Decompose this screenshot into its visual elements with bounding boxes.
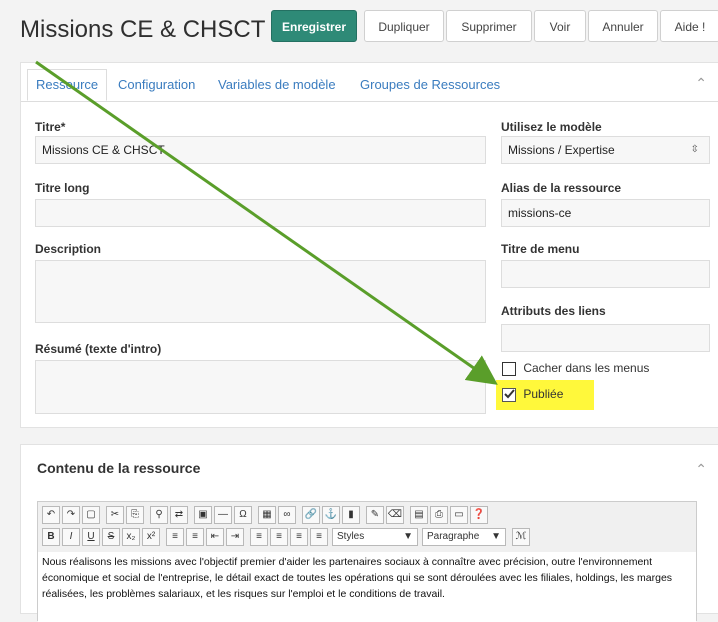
subscript-icon[interactable]: x₂ bbox=[122, 528, 140, 546]
titre-long-label: Titre long bbox=[35, 181, 90, 195]
link-attr-label: Attributs des liens bbox=[501, 304, 606, 318]
titre-label: Titre* bbox=[35, 120, 66, 134]
replace-icon[interactable]: ⇄ bbox=[170, 506, 188, 524]
tab-ressource[interactable]: Ressource bbox=[27, 69, 108, 101]
image-icon[interactable]: ▣ bbox=[194, 506, 212, 524]
fullscreen-icon[interactable]: ▭ bbox=[450, 506, 468, 524]
anchor-icon[interactable]: ⚓ bbox=[322, 506, 340, 524]
strikethrough-icon[interactable]: S bbox=[102, 528, 120, 546]
titre-long-input[interactable] bbox=[35, 199, 486, 227]
resource-panel: Ressource Configuration Variables de mod… bbox=[20, 62, 718, 428]
resume-textarea[interactable] bbox=[35, 360, 486, 414]
chevron-up-icon[interactable]: ⌃ bbox=[695, 461, 707, 478]
link-icon[interactable]: 🔗 bbox=[302, 506, 320, 524]
description-textarea[interactable] bbox=[35, 260, 486, 323]
media-icon[interactable]: ▮ bbox=[342, 506, 360, 524]
published-label: Publiée bbox=[523, 387, 564, 401]
save-button[interactable]: Enregistrer bbox=[271, 10, 357, 42]
checkbox-checked-icon bbox=[502, 387, 516, 402]
caret-down-icon: ▼ bbox=[403, 531, 413, 542]
horizontal-rule-icon[interactable]: — bbox=[214, 506, 232, 524]
format-dropdown-label: Paragraphe bbox=[427, 531, 480, 542]
editor-content-area[interactable]: Nous réalisons les missions avec l'objec… bbox=[38, 552, 696, 622]
hide-menu-checkbox[interactable]: Cacher dans les menus bbox=[502, 361, 649, 376]
underline-icon[interactable]: U bbox=[82, 528, 100, 546]
modele-select[interactable]: Missions / Expertise ⇳ bbox=[501, 136, 710, 164]
description-label: Description bbox=[35, 242, 102, 256]
delete-button[interactable]: Supprimer bbox=[446, 10, 532, 42]
resume-label: Résumé (texte d'intro) bbox=[35, 342, 162, 356]
undo-icon[interactable]: ↶ bbox=[42, 506, 60, 524]
content-panel: Contenu de la ressource ⌃ ↶ ↷ ▢ ✂ ⎘ ⚲ ⇄ … bbox=[20, 444, 718, 622]
find-icon[interactable]: ⚲ bbox=[150, 506, 168, 524]
link-attr-input[interactable] bbox=[501, 324, 710, 352]
modele-select-value: Missions / Expertise bbox=[508, 143, 615, 157]
tab-variables-modele[interactable]: Variables de modèle bbox=[218, 77, 336, 92]
cancel-button[interactable]: Annuler bbox=[588, 10, 658, 42]
bullet-list-icon[interactable]: ≡ bbox=[166, 528, 184, 546]
checkbox-icon bbox=[502, 361, 516, 376]
align-left-icon[interactable]: ≡ bbox=[250, 528, 268, 546]
spellcheck-icon[interactable]: ℳ bbox=[512, 528, 530, 546]
align-center-icon[interactable]: ≡ bbox=[270, 528, 288, 546]
page-title: Missions CE & CHSCT bbox=[20, 16, 266, 43]
align-right-icon[interactable]: ≡ bbox=[290, 528, 308, 546]
styles-dropdown-label: Styles bbox=[337, 531, 365, 542]
special-char-icon[interactable]: Ω bbox=[234, 506, 252, 524]
rich-text-editor: ↶ ↷ ▢ ✂ ⎘ ⚲ ⇄ ▣ — Ω ▦ ∞ 🔗 ⚓ ▮ ✎ ⌫ ▤ ⎙ ▭ … bbox=[37, 501, 697, 622]
pencil-icon[interactable]: ✎ bbox=[366, 506, 384, 524]
tab-groupes-ressources[interactable]: Groupes de Ressources bbox=[360, 77, 500, 92]
paste-icon[interactable]: ⎘ bbox=[126, 506, 144, 524]
tab-bar: Ressource Configuration Variables de mod… bbox=[21, 63, 718, 102]
bold-icon[interactable]: B bbox=[42, 528, 60, 546]
outdent-icon[interactable]: ⇤ bbox=[206, 528, 224, 546]
chevron-up-icon[interactable]: ⌃ bbox=[695, 75, 707, 92]
menu-title-input[interactable] bbox=[501, 260, 710, 288]
titre-input[interactable]: Missions CE & CHSCT bbox=[35, 136, 486, 164]
format-dropdown[interactable]: Paragraphe ▼ bbox=[422, 528, 506, 546]
caret-down-icon: ▼ bbox=[491, 531, 501, 542]
help-button[interactable]: Aide ! bbox=[660, 10, 718, 42]
unlink-icon[interactable]: ∞ bbox=[278, 506, 296, 524]
modele-label: Utilisez le modèle bbox=[501, 120, 602, 134]
indent-icon[interactable]: ⇥ bbox=[226, 528, 244, 546]
align-justify-icon[interactable]: ≡ bbox=[310, 528, 328, 546]
content-panel-title: Contenu de la ressource bbox=[37, 460, 201, 476]
source-icon[interactable]: ▤ bbox=[410, 506, 428, 524]
italic-icon[interactable]: I bbox=[62, 528, 80, 546]
cut-icon[interactable]: ✂ bbox=[106, 506, 124, 524]
published-checkbox[interactable]: Publiée bbox=[502, 387, 563, 402]
redo-icon[interactable]: ↷ bbox=[62, 506, 80, 524]
alias-input[interactable]: missions-ce bbox=[501, 199, 710, 227]
table-icon[interactable]: ▦ bbox=[258, 506, 276, 524]
duplicate-button[interactable]: Dupliquer bbox=[364, 10, 444, 42]
menu-title-label: Titre de menu bbox=[501, 242, 580, 256]
numbered-list-icon[interactable]: ≡ bbox=[186, 528, 204, 546]
help-icon[interactable]: ❓ bbox=[470, 506, 488, 524]
eraser-icon[interactable]: ⌫ bbox=[386, 506, 404, 524]
print-icon[interactable]: ⎙ bbox=[430, 506, 448, 524]
select-arrows-icon: ⇳ bbox=[690, 144, 699, 155]
alias-label: Alias de la ressource bbox=[501, 181, 622, 195]
superscript-icon[interactable]: x² bbox=[142, 528, 160, 546]
view-button[interactable]: Voir bbox=[534, 10, 586, 42]
hide-menu-label: Cacher dans les menus bbox=[523, 361, 650, 375]
tab-configuration[interactable]: Configuration bbox=[118, 77, 195, 92]
styles-dropdown[interactable]: Styles ▼ bbox=[332, 528, 418, 546]
select-all-icon[interactable]: ▢ bbox=[82, 506, 100, 524]
